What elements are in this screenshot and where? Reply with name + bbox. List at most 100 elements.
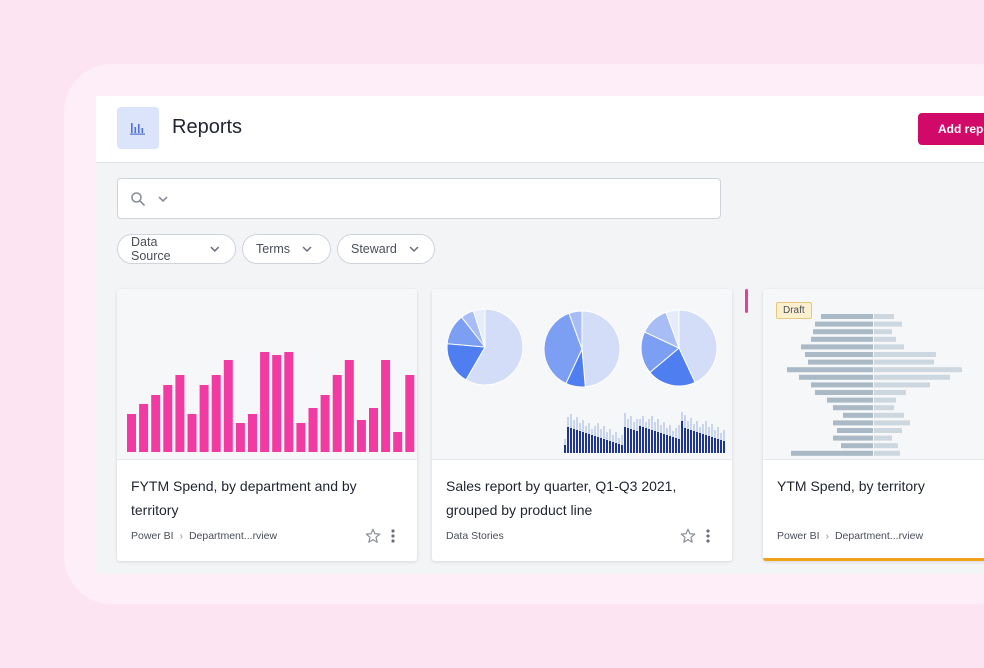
filter-steward[interactable]: Steward: [337, 234, 435, 264]
report-title[interactable]: YTM Spend, by territory: [777, 474, 984, 498]
thumbnail-bar: [284, 352, 294, 452]
report-path[interactable]: Department...rview: [189, 530, 277, 542]
thumbnail-bar: [696, 432, 698, 453]
thumbnail-bar: [175, 375, 185, 452]
thumbnail-bar-left: [833, 420, 873, 426]
thumbnail-bar-right: [874, 321, 902, 327]
bar-chart-icon: [130, 123, 145, 135]
report-source: Data Stories: [446, 530, 504, 542]
drop-indicator: [745, 289, 748, 313]
report-title[interactable]: Sales report by quarter, Q1-Q3 2021, gro…: [446, 474, 706, 522]
thumbnail-bar-left: [827, 397, 873, 403]
report-title[interactable]: FYTM Spend, by department and by territo…: [131, 474, 391, 522]
thumbnail-bar: [714, 438, 716, 453]
thumbnail-bar: [588, 434, 590, 453]
thumbnail-bar: [711, 437, 713, 453]
thumbnail-bar: [211, 375, 221, 452]
thumbnail-bar: [591, 435, 593, 453]
thumbnail-bar-left: [811, 336, 873, 342]
thumbnail-bar-left: [791, 450, 873, 456]
thumbnail-bar: [630, 429, 632, 453]
thumbnail-bar-left: [805, 352, 873, 357]
thumbnail-bar-right: [874, 435, 892, 441]
thumbnail-bar-left: [821, 314, 873, 319]
thumbnail-bar: [648, 429, 650, 453]
chevron-down-icon: [210, 246, 220, 252]
thumbnail-bar: [320, 395, 330, 452]
thumbnail-bar-right: [874, 352, 936, 357]
thumbnail-bar: [612, 442, 614, 453]
star-icon[interactable]: [364, 527, 382, 545]
thumbnail-bar-right: [874, 443, 898, 449]
thumbnail-bar: [633, 430, 635, 453]
report-card[interactable]: Sales report by quarter, Q1-Q3 2021, gro…: [432, 289, 732, 561]
thumbnail-bar-right: [874, 382, 930, 388]
thumbnail-bar: [187, 414, 197, 452]
thumbnail-bar: [693, 431, 695, 453]
thumbnail-bar-right: [874, 412, 904, 418]
thumbnail-bar: [681, 421, 683, 453]
more-options-icon[interactable]: [389, 527, 397, 545]
search-input[interactable]: [117, 178, 721, 219]
thumbnail-bar: [627, 428, 629, 453]
report-path[interactable]: Department...rview: [835, 530, 923, 542]
thumbnail-bar-left: [843, 412, 873, 418]
thumbnail-bar: [663, 434, 665, 453]
thumbnail-bar: [579, 431, 581, 453]
thumbnail-bar: [248, 414, 257, 452]
thumbnail-bar-left: [799, 374, 873, 380]
thumbnail-bar: [675, 438, 677, 453]
filter-label: Data Source: [131, 235, 171, 263]
thumbnail-bar-left: [808, 359, 873, 365]
draft-badge: Draft: [776, 302, 812, 319]
thumbnail-bar-right: [874, 336, 896, 342]
report-source: Power BI: [777, 530, 820, 542]
thumbnail-bar: [308, 408, 318, 452]
thumbnail-bar: [369, 408, 378, 452]
thumbnail-bar: [660, 433, 662, 453]
star-icon[interactable]: [679, 527, 697, 545]
chevron-down-icon: [409, 246, 419, 253]
thumbnail-bar-right: [874, 367, 962, 373]
add-report-button[interactable]: Add repo: [918, 113, 984, 145]
thumbnail-bar-left: [833, 405, 873, 411]
thumbnail-bar: [603, 439, 605, 453]
thumbnail-bar: [615, 443, 617, 453]
thumbnail-bar: [272, 355, 282, 452]
filter-label: Terms: [256, 242, 291, 256]
chevron-down-icon[interactable]: [156, 192, 170, 206]
thumbnail-bar: [344, 360, 354, 452]
thumbnail-bar-left: [813, 329, 873, 335]
chevron-right-icon: ›: [825, 530, 829, 542]
thumbnail-bar-left: [837, 428, 873, 433]
report-card[interactable]: Draft YTM Spend, by territory Power BI ›…: [763, 289, 984, 561]
report-thumbnail: [432, 289, 732, 460]
thumbnail-bar: [669, 436, 671, 453]
report-breadcrumb: Power BI › Department...rview: [131, 530, 277, 542]
thumbnail-bar-right: [874, 359, 934, 365]
top-bar: Reports Add repo: [96, 96, 984, 163]
pie-slice: [581, 310, 621, 388]
thumbnail-bar: [723, 441, 725, 453]
thumbnail-bar: [600, 438, 602, 453]
thumbnail-bar-right: [874, 428, 902, 433]
thumbnail-bar: [642, 427, 644, 453]
more-options-icon[interactable]: [704, 527, 712, 545]
thumbnail-bar-right: [874, 314, 894, 319]
thumbnail-bar: [223, 360, 233, 452]
thumbnail-bar: [594, 436, 596, 453]
thumbnail-bar-right: [874, 450, 900, 456]
filter-terms[interactable]: Terms: [242, 234, 331, 264]
draft-status-bar: [763, 558, 984, 561]
thumbnail-bar: [639, 426, 641, 453]
report-card[interactable]: FYTM Spend, by department and by territo…: [117, 289, 417, 561]
thumbnail-bar: [720, 440, 722, 453]
bar-chart-thumbnail: [127, 352, 415, 452]
report-breadcrumb: Data Stories: [446, 530, 504, 542]
thumbnail-bar: [687, 429, 689, 453]
thumbnail-bar: [597, 437, 599, 453]
thumbnail-bar: [645, 428, 647, 453]
thumbnail-bar: [585, 433, 587, 453]
filter-data-source[interactable]: Data Source: [117, 234, 236, 264]
reports-logo: [117, 107, 159, 149]
